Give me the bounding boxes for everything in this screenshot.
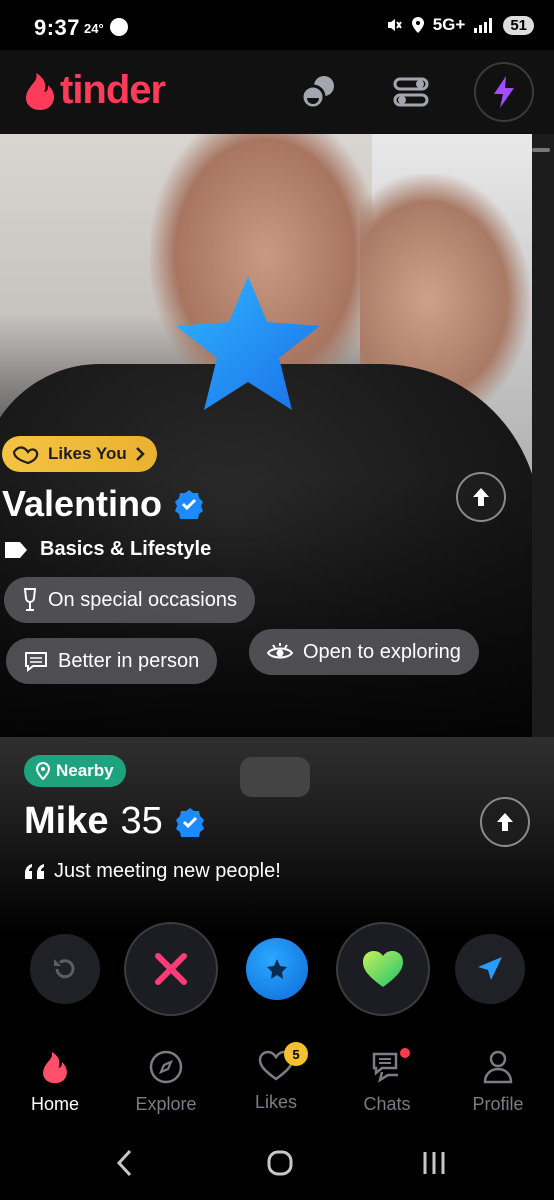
eye-icon	[267, 643, 293, 659]
tag-icon	[5, 541, 27, 558]
boost-icon	[494, 76, 514, 108]
nearby-label: Nearby	[56, 761, 114, 780]
hand-heart-icon	[12, 446, 39, 464]
profile-name-row: Valentino	[2, 483, 204, 525]
super-like-button[interactable]	[246, 938, 308, 1000]
flame-icon	[43, 1051, 67, 1084]
likes-count-badge: 5	[284, 1042, 308, 1066]
brand-name: tinder	[60, 68, 166, 112]
arrow-up-icon	[497, 813, 513, 831]
status-temperature: 24°	[84, 21, 104, 36]
nav-chats-label: Chats	[363, 1094, 411, 1114]
chat-bubble-icon	[25, 652, 47, 672]
app-header: tinder	[0, 50, 554, 134]
location-pin-icon	[36, 762, 50, 780]
quote-text: Just meeting new people!	[54, 860, 281, 882]
recents-icon[interactable]	[420, 1149, 448, 1177]
boost-button[interactable]	[474, 62, 534, 122]
nav-profile[interactable]: Profile	[453, 1050, 543, 1115]
status-right: 5G+ 51	[385, 15, 534, 35]
card-stack-edge	[532, 134, 554, 739]
section-header: Basics & Lifestyle	[4, 538, 211, 561]
drink-icon	[23, 588, 37, 611]
nearby-badge: Nearby	[24, 755, 126, 787]
network-label: 5G+	[432, 15, 466, 34]
chip-label: Open to exploring	[303, 640, 461, 663]
nav-profile-label: Profile	[472, 1094, 524, 1114]
double-date-button[interactable]	[290, 63, 348, 121]
nav-chats[interactable]: Chats	[342, 1048, 432, 1115]
chevron-right-icon	[135, 447, 145, 461]
open-next-profile-button[interactable]	[480, 797, 530, 847]
chip-label: Better in person	[58, 649, 200, 672]
status-bar: 9:37 24° 5G+ 51	[0, 0, 554, 50]
back-icon[interactable]	[114, 1149, 136, 1177]
super-message-button[interactable]	[455, 934, 525, 1004]
chat-icon	[372, 1052, 398, 1083]
person-icon	[483, 1050, 513, 1084]
mute-icon	[387, 19, 402, 31]
status-time: 9:37	[34, 15, 81, 40]
nav-explore-label: Explore	[135, 1094, 197, 1114]
next-profile-age: 35	[120, 800, 163, 842]
profile-name: Valentino	[2, 483, 163, 524]
flame-icon	[26, 72, 54, 110]
star-icon	[267, 959, 287, 979]
signal-icon	[474, 18, 493, 33]
nav-likes[interactable]: 5 Likes	[231, 1042, 321, 1113]
likes-you-label: Likes You	[48, 444, 127, 463]
location-icon	[411, 17, 424, 33]
heart-icon	[363, 951, 403, 987]
nav-explore[interactable]: Explore	[121, 1050, 211, 1115]
lifestyle-chip: Open to exploring	[249, 629, 479, 675]
likes-you-badge[interactable]: Likes You	[2, 436, 157, 472]
profile-quote: Just meeting new people!	[24, 860, 281, 883]
nav-home-label: Home	[30, 1094, 79, 1114]
nope-button[interactable]	[124, 922, 218, 1016]
quote-icon	[25, 863, 44, 879]
home-icon[interactable]	[266, 1149, 294, 1177]
send-icon	[478, 957, 502, 980]
x-icon	[155, 953, 187, 985]
star-sticker-icon	[176, 276, 320, 410]
tinder-logo[interactable]: tinder	[24, 68, 166, 113]
messenger-icon	[110, 18, 128, 36]
chats-notification-dot	[400, 1048, 410, 1058]
arrow-up-icon	[473, 488, 489, 506]
lifestyle-chip: On special occasions	[4, 577, 255, 623]
verified-badge-icon	[175, 807, 204, 837]
filter-button[interactable]	[382, 63, 440, 121]
section-label: Basics & Lifestyle	[40, 538, 212, 560]
double-date-icon	[300, 76, 334, 110]
lifestyle-chip: Better in person	[6, 638, 218, 684]
bottom-nav: Home Explore 5 Likes Chats Profile	[0, 1036, 554, 1131]
rewind-button[interactable]	[30, 934, 100, 1004]
battery-indicator: 51	[503, 15, 534, 35]
rewind-icon	[54, 959, 75, 979]
nav-likes-label: Likes	[254, 1092, 298, 1112]
compass-icon	[149, 1050, 183, 1084]
like-button[interactable]	[336, 922, 430, 1016]
verified-badge-icon	[175, 490, 204, 519]
next-profile-name-row: Mike 35	[24, 800, 205, 843]
chip-label: On special occasions	[48, 588, 237, 611]
filter-icon	[393, 77, 429, 107]
next-profile-name: Mike	[24, 800, 109, 842]
nav-home[interactable]: Home	[10, 1050, 100, 1115]
system-navigation-bar	[0, 1131, 554, 1200]
open-profile-button[interactable]	[456, 472, 506, 522]
